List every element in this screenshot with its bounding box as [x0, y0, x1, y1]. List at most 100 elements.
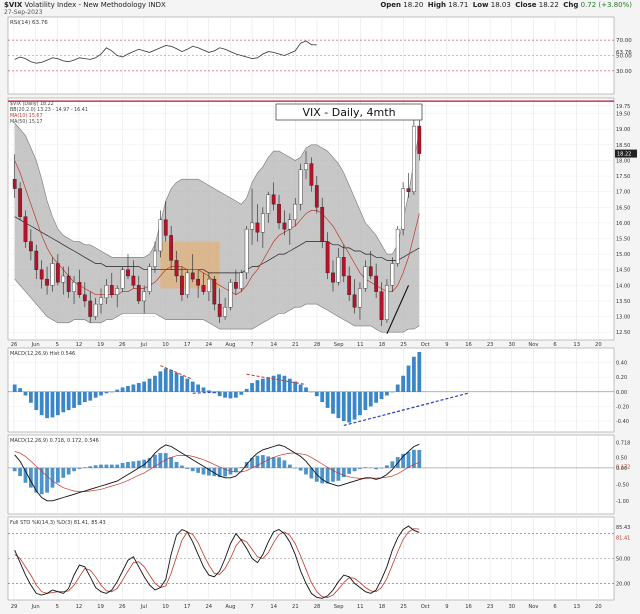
- candle-body: [201, 285, 206, 292]
- histogram-bar: [233, 391, 238, 398]
- price-x-label: 5: [56, 342, 59, 348]
- candle-body: [341, 257, 346, 277]
- candle-body: [109, 285, 114, 295]
- candle-body: [309, 163, 314, 186]
- candle-body: [325, 241, 330, 274]
- price-tick-label: 17.50: [616, 174, 630, 180]
- histogram-bar: [239, 391, 244, 395]
- price-x-label: 18: [379, 342, 386, 348]
- candle-body: [142, 291, 147, 302]
- macd-bar: [287, 464, 292, 468]
- price-x-label: Oct: [421, 342, 430, 348]
- histogram-bar: [50, 391, 55, 418]
- price-x-label: 30: [508, 342, 515, 348]
- candle-body: [104, 285, 109, 299]
- candle-body: [282, 222, 287, 230]
- histogram-bar: [379, 391, 384, 400]
- price-legend: $VIX (Daily) 18.22: [10, 101, 54, 107]
- candle-body: [39, 269, 44, 280]
- macd-bar: [45, 467, 49, 493]
- candle-body: [45, 278, 49, 286]
- price-tick-label: 19.50: [616, 112, 630, 118]
- price-x-label: 26: [119, 342, 126, 348]
- macd-bar: [180, 465, 184, 468]
- candle-body: [174, 260, 179, 277]
- histogram-bar: [260, 378, 265, 392]
- candle-body: [23, 216, 28, 242]
- histogram-bar: [174, 372, 179, 392]
- histogram-bar: [126, 385, 130, 392]
- histogram-bar: [163, 368, 168, 392]
- histogram-bar: [309, 391, 314, 393]
- rsi-tick-label: 30.00: [616, 69, 632, 75]
- stochastic-x-label: 25: [400, 604, 407, 610]
- price-x-label: 26: [11, 342, 18, 348]
- candle-body: [12, 178, 17, 189]
- macd-bar: [131, 461, 136, 468]
- stochastic-x-label: 12: [76, 604, 83, 610]
- stochastic-x-label: 21: [292, 604, 299, 610]
- macd-bar: [39, 467, 44, 495]
- candle-body: [18, 188, 22, 217]
- stochastic-x-label: Aug: [225, 604, 235, 610]
- macd-hist-tick-label: 0.40: [616, 361, 627, 367]
- macd-bar: [406, 452, 411, 468]
- stochastic-x-label: 26: [119, 604, 126, 610]
- histogram-bar: [99, 391, 103, 396]
- price-x-label: Aug: [225, 342, 235, 348]
- macd-bar: [109, 464, 114, 468]
- candle-body: [190, 272, 195, 280]
- stochastic-x-label: 18: [379, 604, 386, 610]
- histogram-bar: [196, 384, 201, 392]
- histogram-bar: [201, 387, 206, 392]
- macd-hist-tick-label: -0.40: [616, 419, 629, 425]
- price-legend: BB(20,2.0) 13.23 - 14.97 - 16.41: [10, 107, 88, 113]
- candle-body: [147, 266, 152, 292]
- stochastic-x-label: 10: [162, 604, 169, 610]
- histogram-bar: [34, 391, 39, 411]
- stochastic-tick-label: 50.00: [616, 557, 630, 563]
- macd-hist-legend: MACD(12,26,9) Hist 0.546: [10, 351, 75, 357]
- histogram-bar: [347, 391, 352, 423]
- price-x-label: 6: [553, 342, 556, 348]
- macd-bar: [304, 467, 308, 475]
- price-x-label: 21: [292, 342, 299, 348]
- candle-body: [336, 257, 341, 283]
- price-tick-label: 13.50: [616, 299, 630, 305]
- price-x-label: 10: [162, 342, 169, 348]
- candle-body: [185, 272, 190, 295]
- candle-body: [180, 275, 184, 295]
- price-tick-label: 18.50: [616, 143, 630, 149]
- stochastic-x-label: 28: [314, 604, 321, 610]
- stochastic-x-label: Oct: [421, 604, 430, 610]
- histogram-bar: [61, 391, 66, 413]
- histogram-bar: [142, 381, 147, 392]
- histogram-bar: [120, 387, 125, 392]
- macd-bar: [347, 467, 352, 474]
- candle-body: [250, 222, 254, 230]
- candle-body: [66, 275, 71, 292]
- price-x-label: Jun: [31, 342, 40, 348]
- macd-hist-tick-label: 0.20: [616, 375, 627, 381]
- candle-body: [169, 235, 174, 261]
- macd-bar: [336, 467, 341, 481]
- histogram-bar: [395, 384, 400, 392]
- candle-body: [255, 222, 260, 233]
- candle-body: [347, 275, 352, 295]
- stochastic-legend: Full STO %K(14,3) %D(3) 81.41, 85.43: [10, 520, 106, 526]
- candle-body: [368, 266, 373, 277]
- stochastic-tick-label: 20.00: [616, 581, 630, 587]
- candle-body: [126, 269, 130, 277]
- candle-body: [277, 203, 281, 224]
- candle-body: [61, 275, 66, 283]
- candle-body: [72, 282, 76, 292]
- histogram-bar: [93, 391, 98, 398]
- histogram-bar: [217, 391, 222, 397]
- histogram-bar: [352, 391, 357, 420]
- macd-bar: [23, 467, 28, 483]
- stochastic-x-label: 5: [56, 604, 59, 610]
- histogram-bar: [18, 388, 22, 392]
- candle-body: [88, 300, 93, 317]
- histogram-bar: [331, 391, 335, 414]
- candle-body: [55, 263, 60, 283]
